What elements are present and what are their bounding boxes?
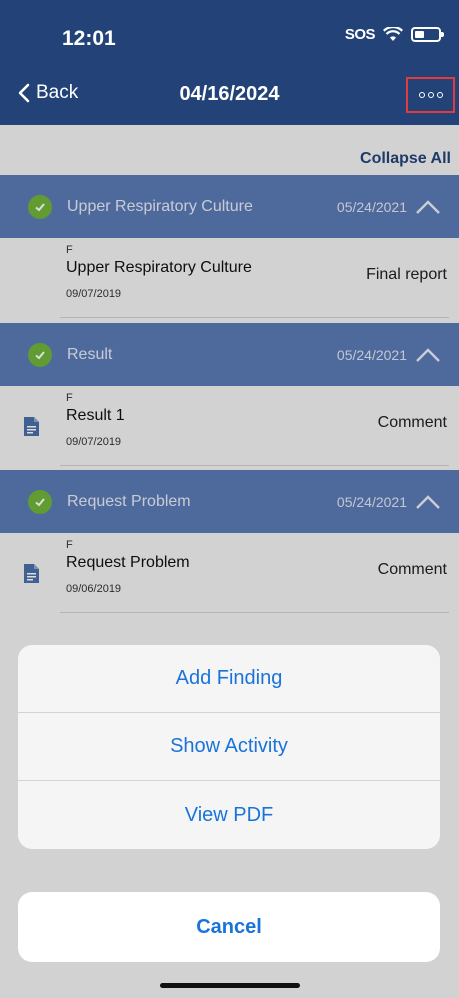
add-finding-button[interactable]: Add Finding <box>18 645 440 713</box>
action-sheet: Add Finding Show Activity View PDF <box>18 645 440 849</box>
more-options-button[interactable] <box>406 77 455 113</box>
status-time: 12:01 <box>62 27 116 50</box>
header: 12:01 SOS Back 04/16/2024 <box>0 0 459 125</box>
cancel-button[interactable]: Cancel <box>18 892 440 962</box>
ellipsis-icon <box>418 92 425 98</box>
view-pdf-button[interactable]: View PDF <box>18 781 440 849</box>
page-title: 04/16/2024 <box>179 83 280 105</box>
status-indicators: SOS <box>344 26 444 43</box>
dim-overlay[interactable] <box>0 125 459 998</box>
sos-indicator: SOS <box>344 26 376 43</box>
wifi-icon <box>383 27 403 41</box>
show-activity-button[interactable]: Show Activity <box>18 713 440 781</box>
home-indicator[interactable] <box>160 983 300 988</box>
screen: 12:01 SOS Back 04/16/2024 Collapse All U… <box>0 0 459 998</box>
battery-icon <box>411 27 444 42</box>
